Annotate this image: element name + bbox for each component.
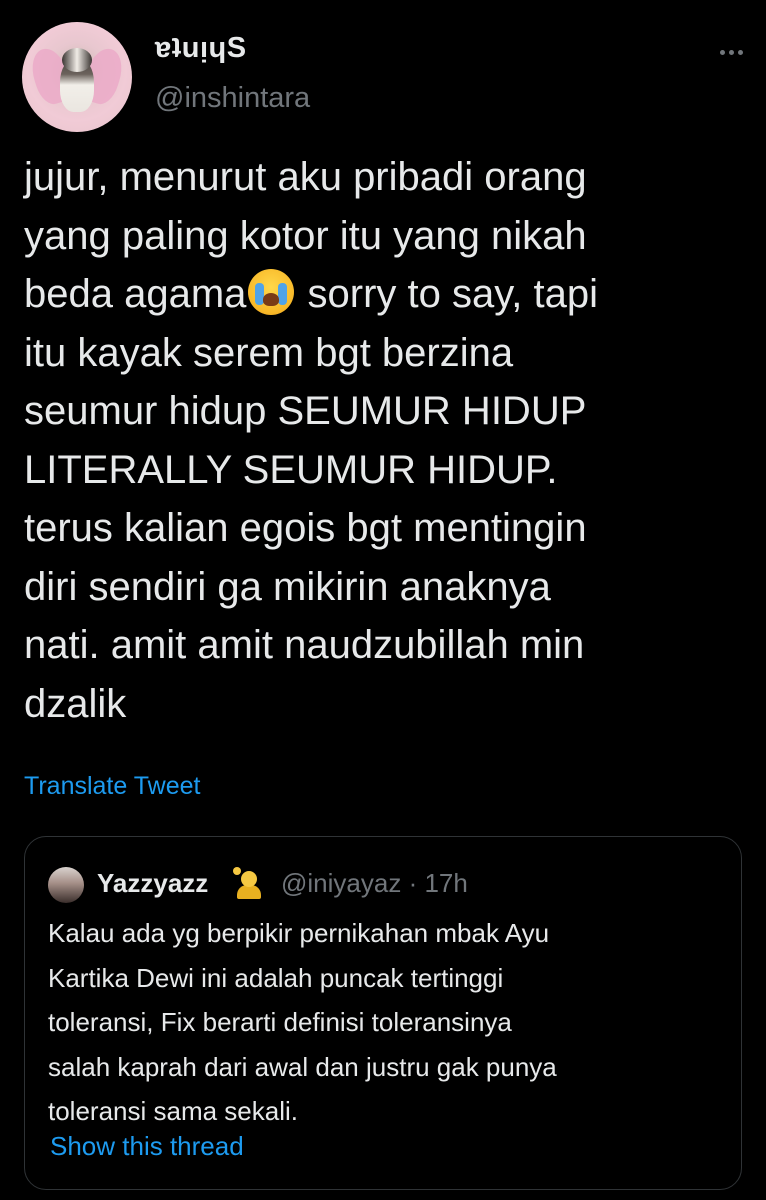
more-dot [728,49,734,55]
quoted-tweet-time[interactable]: 17h [424,868,467,898]
tweet-text-line: dzalik [24,681,127,726]
emoji-body [237,885,261,899]
author-handle[interactable]: @inshintara [155,82,310,115]
quoted-text-line: toleransi, Fix berarti definisi tolerans… [48,1007,512,1037]
tweet-text-line: itu kayak serem bgt berzina [24,330,514,375]
tweet-text-line: yang paling kotor itu yang nikah [24,213,587,258]
quoted-text-line: Kartika Dewi ini adalah puncak tertinggi [48,962,504,993]
emoji-hand [233,867,241,875]
tweet-text-line: beda agama sorry to say, tapi [24,265,750,324]
tweet-text-line: LITERALLY SEUMUR HIDUP. [24,447,558,492]
more-dot [719,49,725,55]
quoted-author-display-name[interactable]: Yazzyazz [97,868,208,899]
quoted-author-handle[interactable]: @iniyayaz [281,868,401,898]
meta-separator: · [408,868,418,898]
translate-tweet-link[interactable]: Translate Tweet [24,772,200,801]
avatar-cat-head [62,48,92,72]
emoji-head [241,871,257,887]
tweet-text-line: seumur hidup SEUMUR HIDUP [24,389,587,433]
loudly-crying-face-icon [248,269,295,315]
quoted-tweet-card[interactable]: Yazzyazz @iniyayaz · 17h Kalau ada yg be… [24,836,742,1190]
author-display-name[interactable]: ɐʇuᴉɥS [155,32,247,65]
quoted-text-line: salah kaprah dari awal dan justru gak pu… [48,1051,557,1082]
person-gesturing-ok-icon [233,867,265,901]
tweet-text-line: diri sendiri ga mikirin anaknya [24,564,551,609]
quoted-author-avatar[interactable] [48,867,84,903]
tweet-text-fragment: sorry to say, tapi [296,272,598,316]
more-dot [737,49,743,55]
more-options-icon[interactable] [716,36,746,68]
tweet-text-fragment: beda agama [24,272,247,316]
tweet-text-line: jujur, menurut aku pribadi orang [24,155,587,199]
tweet-text-line: terus kalian egois bgt mentingin [24,506,587,550]
quoted-text-line: toleransi sama sekali. [48,1096,298,1126]
tweet-text-line: nati. amit amit naudzubillah min [24,623,585,667]
tweet-text: jujur, menurut aku pribadi orang yang pa… [24,148,750,733]
quoted-text-line: Kalau ada yg berpikir pernikahan mbak Ay… [48,918,550,948]
author-avatar[interactable] [22,22,132,132]
quoted-author-meta: @iniyayaz · 17h [281,868,468,899]
show-this-thread-link[interactable]: Show this thread [50,1131,244,1162]
quoted-tweet-text: Kalau ada yg berpikir pernikahan mbak Ay… [48,911,728,1134]
